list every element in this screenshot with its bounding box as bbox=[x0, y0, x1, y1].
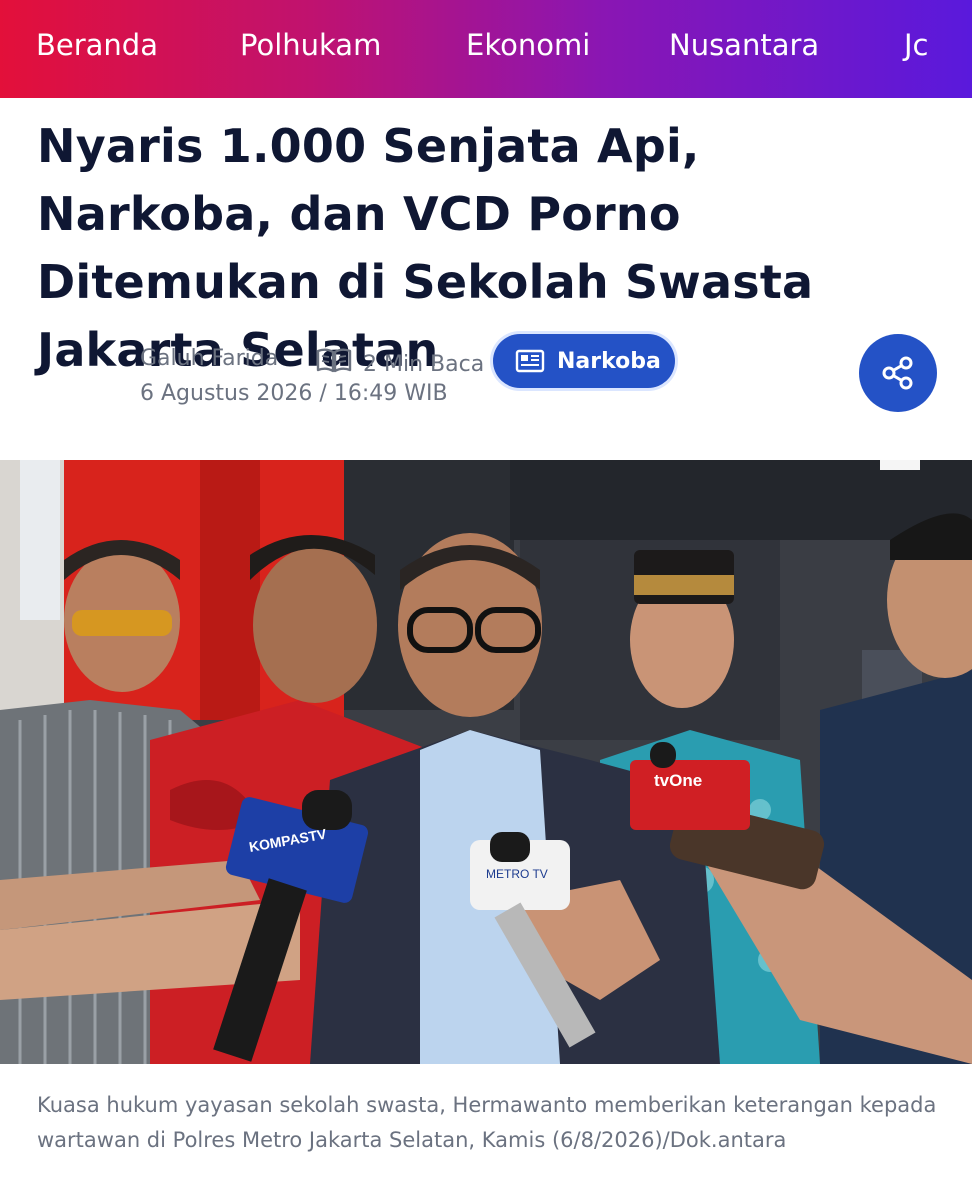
author-name[interactable]: Galuh Farida bbox=[140, 346, 278, 371]
publish-date: 6 Agustus 2026 / 16:49 WIB bbox=[140, 381, 448, 406]
newspaper-icon bbox=[515, 349, 545, 373]
nav-item-beranda[interactable]: Beranda bbox=[36, 28, 158, 62]
read-time: 2 Min Baca bbox=[363, 352, 485, 377]
category-tag-button[interactable]: Narkoba bbox=[493, 334, 675, 388]
share-button[interactable] bbox=[859, 334, 937, 412]
open-book-icon bbox=[316, 346, 352, 374]
category-tag-label: Narkoba bbox=[557, 349, 661, 374]
article-photo: KOMPASTV METRO TV tvOne bbox=[0, 460, 972, 1064]
share-icon bbox=[882, 356, 913, 390]
mic-label-metrotv: METRO TV bbox=[486, 867, 548, 881]
nav-item-truncated[interactable]: Jc bbox=[904, 28, 929, 62]
article-title: Nyaris 1.000 Senjata Api, Narkoba, dan V… bbox=[37, 119, 814, 377]
top-nav-bar: Beranda Polhukam Ekonomi Nusantara Jc bbox=[0, 0, 972, 98]
nav-item-polhukam[interactable]: Polhukam bbox=[240, 28, 381, 62]
nav-item-ekonomi[interactable]: Ekonomi bbox=[466, 28, 590, 62]
photo-caption: Kuasa hukum yayasan sekolah swasta, Herm… bbox=[37, 1093, 937, 1152]
mic-label-tvone: tvOne bbox=[654, 771, 702, 790]
nav-item-nusantara[interactable]: Nusantara bbox=[669, 28, 819, 62]
